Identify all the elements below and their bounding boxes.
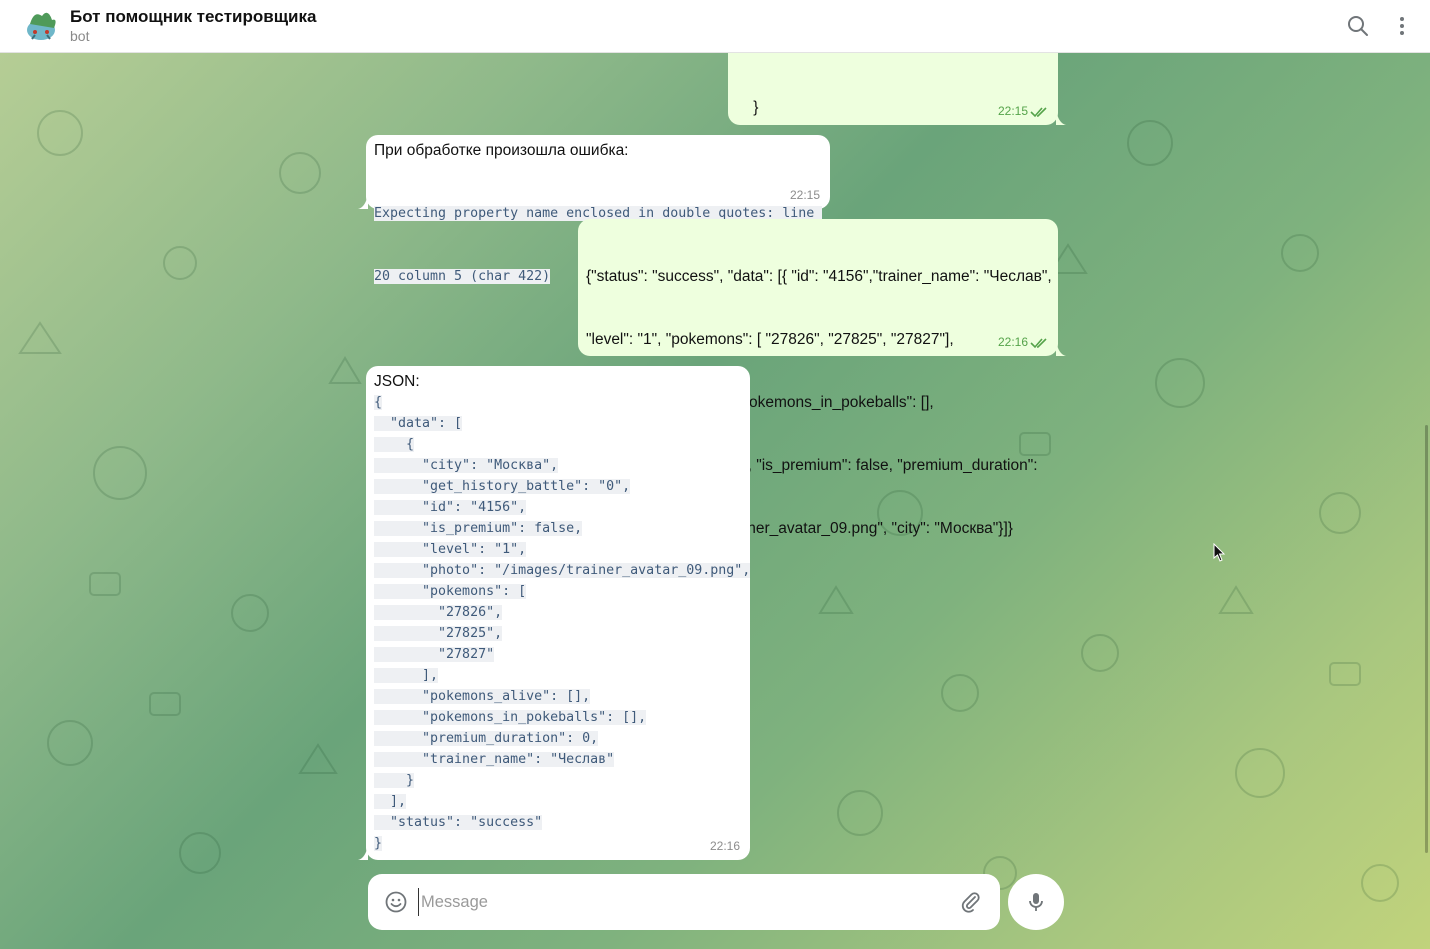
code-line: ], xyxy=(374,794,407,809)
message-line: {"status": "success", "data": [{ "id": "… xyxy=(586,268,1052,285)
chat-header: Бот помощник тестировщика bot xyxy=(0,0,1430,53)
message-text: JSON: xyxy=(374,373,420,390)
code-line: "status": "success" xyxy=(374,815,543,830)
chat-scrollbar[interactable] xyxy=(1425,53,1430,853)
message-line: "level": "1", "pokemons": [ "27826", "27… xyxy=(586,331,954,348)
message-time: 22:15 xyxy=(997,104,1028,118)
search-icon[interactable] xyxy=(1346,14,1370,38)
code-line: } xyxy=(736,99,759,116)
code-line: "trainer_name": "Чеслав" xyxy=(374,752,615,767)
scrollbar-thumb[interactable] xyxy=(1425,425,1428,853)
bot-avatar[interactable] xyxy=(22,6,60,44)
mouse-cursor-icon xyxy=(1213,543,1226,562)
message-meta: 22:15 xyxy=(998,101,1048,122)
message-time: 22:16 xyxy=(709,839,740,853)
message-composer xyxy=(368,874,1000,930)
double-check-icon xyxy=(1030,337,1047,348)
message-incoming[interactable]: JSON: { "data": [ { "city": "Москва", "g… xyxy=(366,366,751,860)
code-line: "27826", xyxy=(374,605,503,620)
bubble-tail xyxy=(1056,109,1066,125)
code-block: { "data": [ { "city": "Москва", "get_his… xyxy=(374,392,751,854)
more-vertical-icon[interactable] xyxy=(1390,14,1414,38)
bubble-tail xyxy=(358,193,368,209)
code-line: "city": "Москва", xyxy=(374,458,559,473)
paperclip-icon[interactable] xyxy=(959,890,983,914)
code-line: "level": "1", xyxy=(374,542,527,557)
message-meta: 22:16 xyxy=(710,836,740,857)
double-check-icon xyxy=(1030,106,1047,117)
message-input[interactable] xyxy=(418,888,938,916)
chat-title[interactable]: Бот помощник тестировщика xyxy=(70,7,316,27)
message-meta: 22:15 xyxy=(790,185,820,206)
code-line: 20 column 5 (char 422) xyxy=(374,269,551,284)
code-line: ], xyxy=(374,668,439,683)
code-line: "premium_duration": 0, xyxy=(374,731,599,746)
code-line: { xyxy=(374,437,415,452)
code-line: "27825", xyxy=(374,626,503,641)
code-line: "pokemons": [ xyxy=(374,584,527,599)
code-line: "photo": "/images/trainer_avatar_09.png"… xyxy=(374,563,751,578)
message-meta: 22:16 xyxy=(998,332,1048,353)
message-outgoing[interactable]: } ] } 22:15 xyxy=(728,53,1058,242)
code-line: "get_history_battle": "0", xyxy=(374,479,631,494)
code-line: "pokemons_in_pokeballs": [], xyxy=(374,710,647,725)
code-line: "pokemons_alive": [], xyxy=(374,689,591,704)
code-line: } xyxy=(374,836,383,851)
code-line: } xyxy=(374,773,415,788)
code-line: "is_premium": false, xyxy=(374,521,583,536)
microphone-icon xyxy=(1029,893,1043,911)
message-text: При обработке произошла ошибка: xyxy=(374,142,629,159)
microphone-button[interactable] xyxy=(1008,874,1064,930)
code-line: "id": "4156", xyxy=(374,500,527,515)
smile-icon[interactable] xyxy=(384,890,408,914)
bubble-tail xyxy=(358,844,368,860)
code-line: "27827" xyxy=(374,647,495,662)
chat-subtitle: bot xyxy=(70,28,90,44)
message-time: 22:15 xyxy=(789,188,820,202)
message-time: 22:16 xyxy=(997,335,1028,349)
message-outgoing[interactable]: {"status": "success", "data": [{ "id": "… xyxy=(578,219,1058,537)
code-line: "data": [ xyxy=(374,416,463,431)
message-incoming[interactable]: При обработке произошла ошибка: Expectin… xyxy=(366,135,830,284)
code-line: { xyxy=(374,395,383,410)
bubble-tail xyxy=(1056,340,1066,356)
